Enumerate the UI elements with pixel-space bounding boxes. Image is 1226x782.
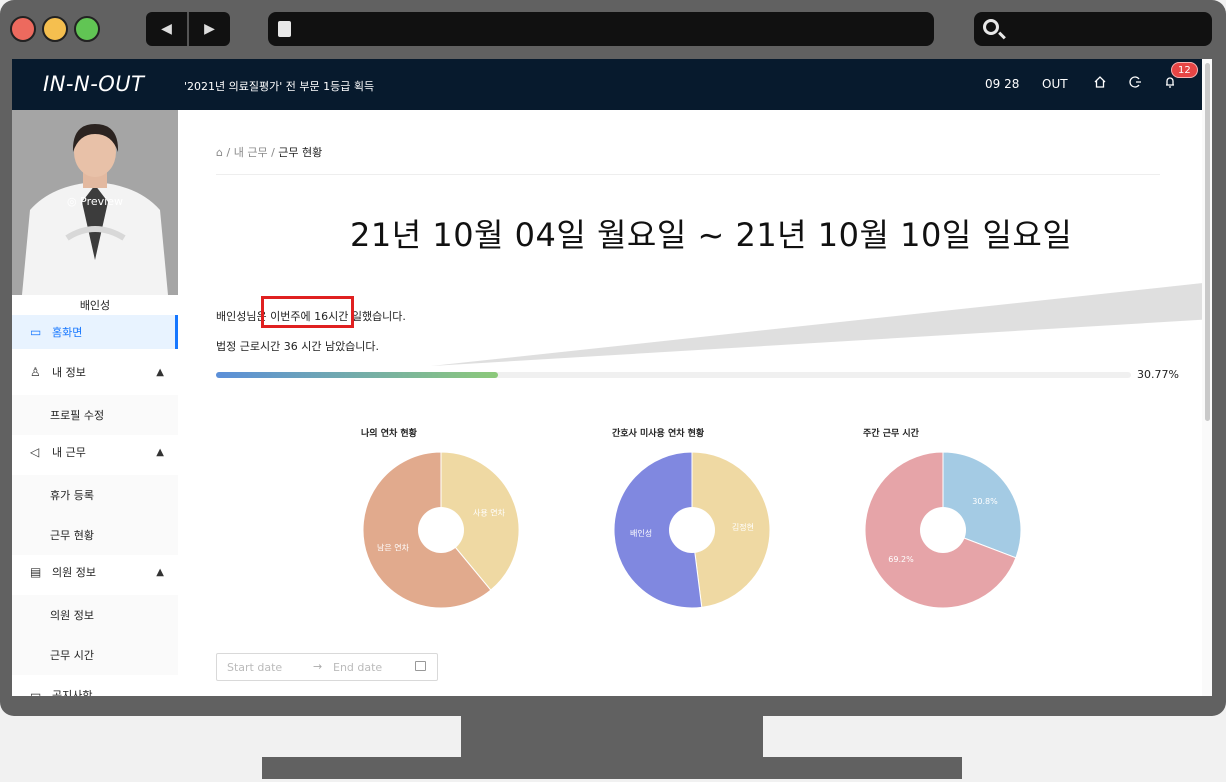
header-notice: '2021년 의료질평가' 전 부문 1등급 획득 [184, 80, 375, 93]
top-header: IN-N-OUT '2021년 의료질평가' 전 부문 1등급 획득 09 28… [12, 59, 1212, 110]
end-date-input[interactable]: End date [333, 661, 382, 674]
sidebar-item-label: 내 정보 [52, 366, 86, 379]
sidebar-item-my-work[interactable]: ◁ 내 근무 ▲ [12, 435, 178, 469]
start-date-input[interactable]: Start date [227, 661, 282, 674]
out-button[interactable]: OUT [1042, 77, 1068, 91]
chart-title-my-leave: 나의 연차 현황 [361, 429, 417, 439]
sidebar-item-label: 의원 정보 [52, 566, 96, 579]
pie-chart-nurse-unused-leave[interactable]: 김정현배인성 [612, 450, 772, 610]
document-icon: ▤ [30, 565, 42, 579]
profile-photo[interactable]: ◎ Preview [12, 110, 178, 295]
sidebar-item-work-hours[interactable]: 근무 시간 [12, 635, 178, 675]
search-icon [983, 19, 999, 35]
sidebar: ◎ Preview 배인성 ▭ 홈화면 ♙ 내 정보 ▲ 프로필 수정 ◁ 내 … [12, 110, 178, 696]
monitor-stand-neck [461, 714, 763, 758]
maximize-window-button[interactable] [74, 16, 100, 42]
notification-badge: 12 [1171, 62, 1198, 78]
forward-arrow-icon: ▶ [204, 21, 215, 37]
sidebar-item-clinic-info[interactable]: ▤ 의원 정보 ▲ [12, 555, 178, 589]
progress-percent: 30.77% [1137, 368, 1179, 381]
donut-hole [418, 507, 464, 553]
back-button[interactable]: ◀ [146, 12, 189, 46]
sidebar-item-label: 휴가 등록 [50, 489, 94, 502]
clock-time: 09 28 [985, 77, 1020, 91]
document-icon [278, 21, 291, 37]
home-icon[interactable] [1090, 74, 1110, 94]
progress-fill [216, 372, 498, 378]
url-bar[interactable] [268, 12, 934, 46]
monitor-stand-base [262, 757, 962, 779]
arrow-right-icon: → [313, 660, 323, 673]
divider [216, 174, 1160, 175]
pie-slice-label: 30.8% [972, 497, 998, 506]
sidebar-item-home[interactable]: ▭ 홈화면 [12, 315, 178, 349]
breadcrumb-my-work[interactable]: 내 근무 [234, 146, 268, 159]
sidebar-item-label: 공지사항 [52, 689, 93, 696]
scrollbar-thumb[interactable] [1205, 63, 1210, 421]
app-logo[interactable]: IN-N-OUT [43, 72, 145, 96]
chevron-up-icon: ▲ [156, 566, 164, 578]
chevron-up-icon: ▲ [156, 446, 164, 458]
monitor-frame: ◀ ▶ IN-N-OUT '2021년 의료질평가' 전 부문 1등급 획득 0… [0, 0, 1226, 716]
main-content: ⌂ / 내 근무 / 근무 현황 21년 10월 04일 월요일 ~ 21년 1… [178, 110, 1212, 696]
pie-chart-weekly-hours[interactable]: 30.8% 69.2% [863, 450, 1023, 610]
board-icon: ▭ [30, 688, 42, 696]
sidebar-item-label: 내 근무 [52, 446, 86, 459]
pie-slice-label: 김정현 [732, 522, 754, 532]
pie-slice-label: 69.2% [888, 555, 914, 564]
sidebar-item-label: 근무 현황 [50, 529, 94, 542]
megaphone-icon: ◁ [30, 445, 40, 459]
pie-chart-my-leave[interactable]: 사용 연차남은 연차 [361, 450, 521, 610]
browser-nav: ◀ ▶ [146, 12, 230, 46]
sidebar-item-clinic-info-sub[interactable]: 의원 정보 [12, 595, 178, 635]
close-window-button[interactable] [10, 16, 36, 42]
app-screen: IN-N-OUT '2021년 의료질평가' 전 부문 1등급 획득 09 28… [12, 59, 1212, 696]
pie-slice-label: 남은 연차 [377, 543, 410, 552]
forward-button[interactable]: ▶ [189, 12, 230, 46]
pie-slice-label: 배인성 [630, 528, 652, 538]
minimize-window-button[interactable] [42, 16, 68, 42]
date-range-picker[interactable]: Start date → End date [216, 653, 438, 681]
week-range-title: 21년 10월 04일 월요일 ~ 21년 10월 10일 일요일 [350, 216, 1073, 254]
monitor-icon: ▭ [30, 325, 42, 339]
chart-title-nurse-unused-leave: 간호사 미사용 연차 현황 [612, 429, 705, 439]
sidebar-item-label: 근무 시간 [50, 649, 94, 662]
sidebar-item-leave-register[interactable]: 휴가 등록 [12, 475, 178, 515]
donut-hole [920, 507, 966, 553]
sidebar-item-my-info[interactable]: ♙ 내 정보 ▲ [12, 355, 178, 389]
sidebar-item-profile-edit[interactable]: 프로필 수정 [12, 395, 178, 435]
sidebar-item-label: 의원 정보 [50, 609, 94, 622]
preview-label[interactable]: ◎ Preview [12, 195, 178, 208]
pie-slice-label: 사용 연차 [473, 509, 506, 518]
username: 배인성 [79, 299, 111, 312]
sidebar-item-work-status[interactable]: 근무 현황 [12, 515, 178, 555]
remaining-hours-line: 법정 근로시간 36 시간 남았습니다. [216, 340, 380, 353]
highlight-box [261, 296, 354, 328]
breadcrumb: ⌂ / 내 근무 / 근무 현황 [216, 146, 323, 159]
chart-title-weekly-hours: 주간 근무 시간 [863, 429, 919, 439]
browser-search[interactable] [974, 12, 1212, 46]
donut-hole [669, 507, 715, 553]
sidebar-item-notices[interactable]: ▭ 공지사항 [12, 678, 178, 696]
callout-beam [431, 282, 1212, 366]
user-icon: ♙ [30, 365, 41, 379]
home-icon[interactable]: ⌂ [216, 146, 223, 159]
breadcrumb-current: 근무 현황 [278, 146, 323, 159]
chevron-up-icon: ▲ [156, 366, 164, 378]
calendar-icon[interactable] [415, 661, 426, 671]
eye-icon: ◎ [67, 195, 81, 208]
sidebar-item-label: 프로필 수정 [50, 409, 105, 422]
logout-icon[interactable] [1125, 74, 1145, 94]
sidebar-item-label: 홈화면 [52, 326, 83, 339]
back-arrow-icon: ◀ [161, 21, 172, 37]
